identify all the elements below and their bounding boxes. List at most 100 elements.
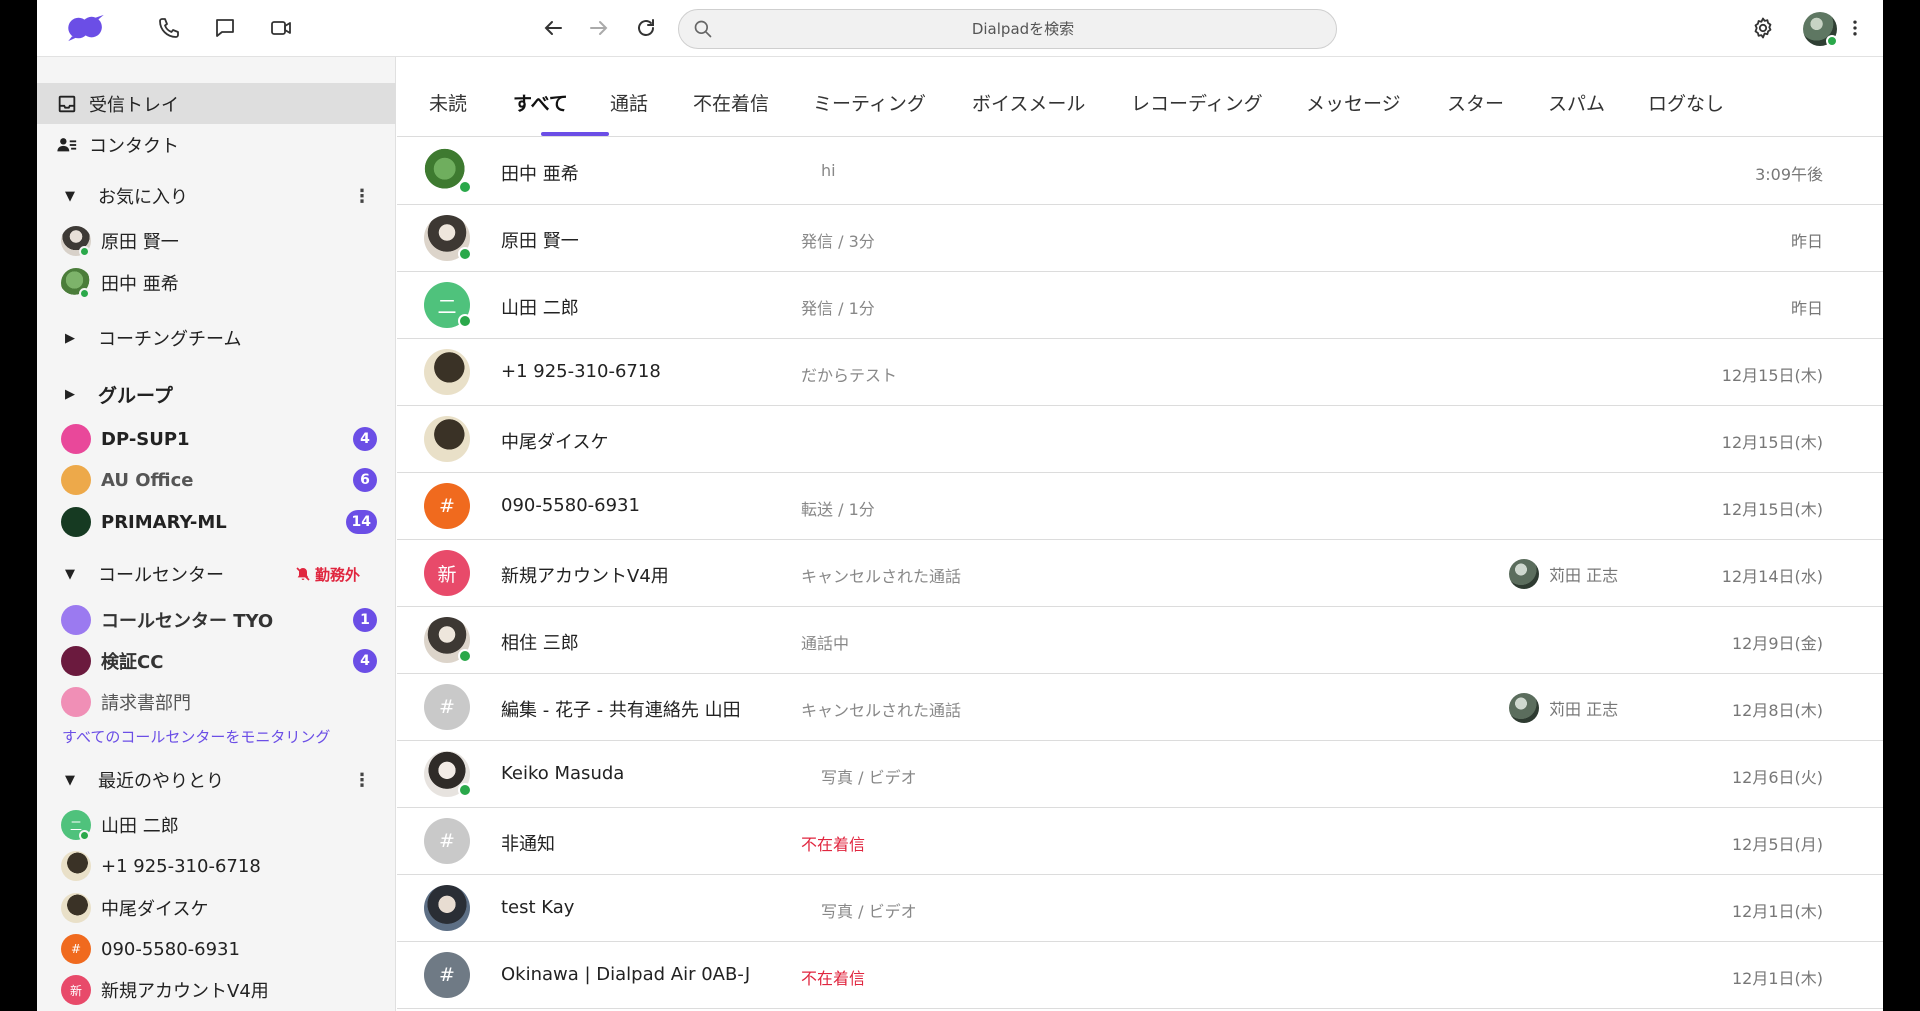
reload-icon[interactable]: [630, 12, 662, 44]
gear-icon[interactable]: [1747, 12, 1779, 44]
conversation-row[interactable]: 中尾ダイスケ 12月15日(木): [397, 406, 1883, 473]
status-label: 勤務外: [315, 565, 361, 584]
sidebar-item-inbox[interactable]: 受信トレイ: [37, 83, 396, 124]
sidebar-item-label: PRIMARY-ML: [101, 511, 227, 533]
main-panel: 未読 すべて 通話 不在着信 ミーティング ボイスメール レコーディング メッセ…: [397, 57, 1883, 1011]
conversation-row[interactable]: # Okinawa | Dialpad Air 0AB-J 不在着信 12月1日…: [397, 942, 1883, 1009]
sidebar-item-recent[interactable]: 二 山田 二郎: [37, 808, 396, 842]
avatar: [61, 893, 91, 923]
timestamp: 12月1日(木): [1731, 902, 1823, 921]
monitor-all-call-centers-link[interactable]: すべてのコールセンターをモニタリング: [62, 726, 330, 747]
timestamp: 昨日: [1790, 232, 1823, 251]
sidebar-item-label: 原田 賢一: [101, 232, 179, 253]
conversation-row[interactable]: 相住 三郎 通話中 12月9日(金): [397, 607, 1883, 674]
presence-dot: [458, 247, 472, 261]
tab-meetings[interactable]: ミーティング: [813, 89, 926, 116]
conversation-row[interactable]: 田中 亜希 hi 3:09午後: [397, 138, 1883, 205]
conversation-row[interactable]: # 非通知 不在着信 12月5日(月): [397, 808, 1883, 875]
sidebar-item-group[interactable]: DP-SUP1 4: [37, 422, 396, 456]
conversation-row[interactable]: test Kay 写真 / ビデオ 12月1日(木): [397, 875, 1883, 942]
off-duty-status[interactable]: 勤務外: [295, 564, 360, 585]
sidebar-item-favorite[interactable]: 原田 賢一: [37, 224, 396, 258]
sidebar-item-recent[interactable]: # 090-5580-6931: [37, 932, 396, 966]
timestamp: 12月14日(水): [1721, 567, 1823, 586]
tab-recordings[interactable]: レコーディング: [1131, 89, 1263, 116]
tab-spam[interactable]: スパム: [1548, 89, 1605, 116]
tab-unread[interactable]: 未読: [429, 89, 467, 116]
sidebar-item-call-center[interactable]: 検証CC 4: [37, 644, 396, 678]
conversation-row[interactable]: 二 山田 二郎 発信 / 1分 昨日: [397, 272, 1883, 339]
coaching-team-section-header[interactable]: ▶ コーチングチーム: [37, 321, 396, 355]
last-activity: キャンセルされた通話: [801, 701, 962, 720]
kebab-icon[interactable]: ⋮: [353, 186, 371, 207]
sidebar-item-label: 田中 亜希: [101, 274, 179, 295]
sidebar-item-group[interactable]: PRIMARY-ML 14: [37, 505, 396, 539]
sidebar-item-recent[interactable]: +1 925-310-6718: [37, 849, 396, 883]
avatar: 新: [61, 975, 91, 1005]
contact-name: Okinawa | Dialpad Air 0AB-J: [501, 964, 751, 985]
dialpad-logo-icon[interactable]: [65, 10, 107, 46]
tab-missed[interactable]: 不在着信: [693, 89, 769, 116]
conversation-row[interactable]: 新 新規アカウントV4用 キャンセルされた通話 苅田 正志 12月14日(水): [397, 540, 1883, 607]
tab-starred[interactable]: スター: [1447, 89, 1504, 116]
avatar: #: [424, 684, 470, 730]
kebab-icon[interactable]: ⋮: [353, 770, 371, 791]
call-center-avatar: [61, 605, 91, 635]
caret-down-icon: ▼: [65, 772, 75, 788]
avatar: #: [61, 934, 91, 964]
contact-name: 原田 賢一: [501, 231, 579, 252]
video-icon[interactable]: [265, 12, 297, 44]
sidebar-item-label: DP-SUP1: [101, 428, 190, 450]
sidebar-item-label: +1 925-310-6718: [101, 855, 261, 877]
sidebar-item-call-center[interactable]: コールセンター TYO 1: [37, 603, 396, 637]
tab-calls[interactable]: 通話: [610, 89, 648, 116]
sidebar: 受信トレイ コンタクト ▼ お気に入り ⋮ 原田 賢一 田中 亜希 ▶ コーチン…: [37, 57, 396, 1011]
search-input[interactable]: [723, 10, 1323, 48]
section-title: グループ: [98, 384, 173, 407]
sidebar-item-recent[interactable]: 中尾ダイスケ: [37, 891, 396, 925]
conversation-row[interactable]: Keiko Masuda 写真 / ビデオ 12月6日(火): [397, 741, 1883, 808]
call-center-avatar: [61, 646, 91, 676]
last-activity: 発信 / 3分: [801, 232, 875, 251]
presence-dot: [458, 649, 472, 663]
sidebar-item-call-center[interactable]: 請求書部門: [37, 685, 396, 719]
phone-icon[interactable]: [153, 12, 185, 44]
sidebar-item-label: コールセンター TYO: [101, 611, 274, 632]
message-icon[interactable]: [209, 12, 241, 44]
timestamp: 12月1日(木): [1731, 969, 1823, 988]
conversation-row[interactable]: # 090-5580-6931 転送 / 1分 12月15日(木): [397, 473, 1883, 540]
tab-messages[interactable]: メッセージ: [1306, 89, 1401, 116]
group-avatar: [61, 424, 91, 454]
contact-name: 山田 二郎: [501, 298, 579, 319]
conversation-row[interactable]: 原田 賢一 発信 / 3分 昨日: [397, 205, 1883, 272]
sidebar-item-label: 新規アカウントV4用: [101, 981, 269, 1002]
groups-section-header[interactable]: ▶ グループ: [37, 377, 396, 411]
avatar: [61, 851, 91, 881]
recent-section-header[interactable]: ▼ 最近のやりとり ⋮: [37, 763, 396, 797]
assignee-name: 苅田 正志: [1549, 566, 1619, 585]
sidebar-item-favorite[interactable]: 田中 亜希: [37, 266, 396, 300]
conversation-row[interactable]: +1 925-310-6718 だからテスト 12月15日(木): [397, 339, 1883, 406]
presence-dot: [1826, 35, 1838, 47]
last-activity: 不在着信: [801, 969, 866, 988]
call-centers-section-header[interactable]: ▼ コールセンター 勤務外: [37, 557, 396, 591]
back-arrow-icon[interactable]: [537, 12, 569, 44]
sidebar-item-group[interactable]: AU Office 6: [37, 463, 396, 497]
caret-down-icon: ▼: [65, 188, 75, 204]
tab-all[interactable]: すべて: [513, 89, 568, 116]
search-bar[interactable]: [678, 9, 1337, 49]
sidebar-item-recent[interactable]: 新 新規アカウントV4用: [37, 973, 396, 1007]
more-vertical-icon[interactable]: [1845, 12, 1865, 44]
conversation-row[interactable]: # 編集 - 花子 - 共有連絡先 山田 キャンセルされた通話 苅田 正志 12…: [397, 674, 1883, 741]
unread-badge: 4: [353, 649, 377, 673]
sidebar-item-contacts[interactable]: コンタクト: [37, 125, 396, 165]
tab-voicemail[interactable]: ボイスメール: [972, 89, 1085, 116]
section-title: お気に入り: [98, 187, 188, 208]
unread-badge: 14: [345, 510, 377, 534]
tab-no-log[interactable]: ログなし: [1648, 89, 1724, 116]
sidebar-item-label: 090-5580-6931: [101, 938, 240, 960]
favorites-section-header[interactable]: ▼ お気に入り ⋮: [37, 179, 396, 213]
top-bar: [37, 0, 1883, 57]
contact-name: 中尾ダイスケ: [501, 432, 609, 453]
forward-arrow-icon[interactable]: [583, 12, 615, 44]
